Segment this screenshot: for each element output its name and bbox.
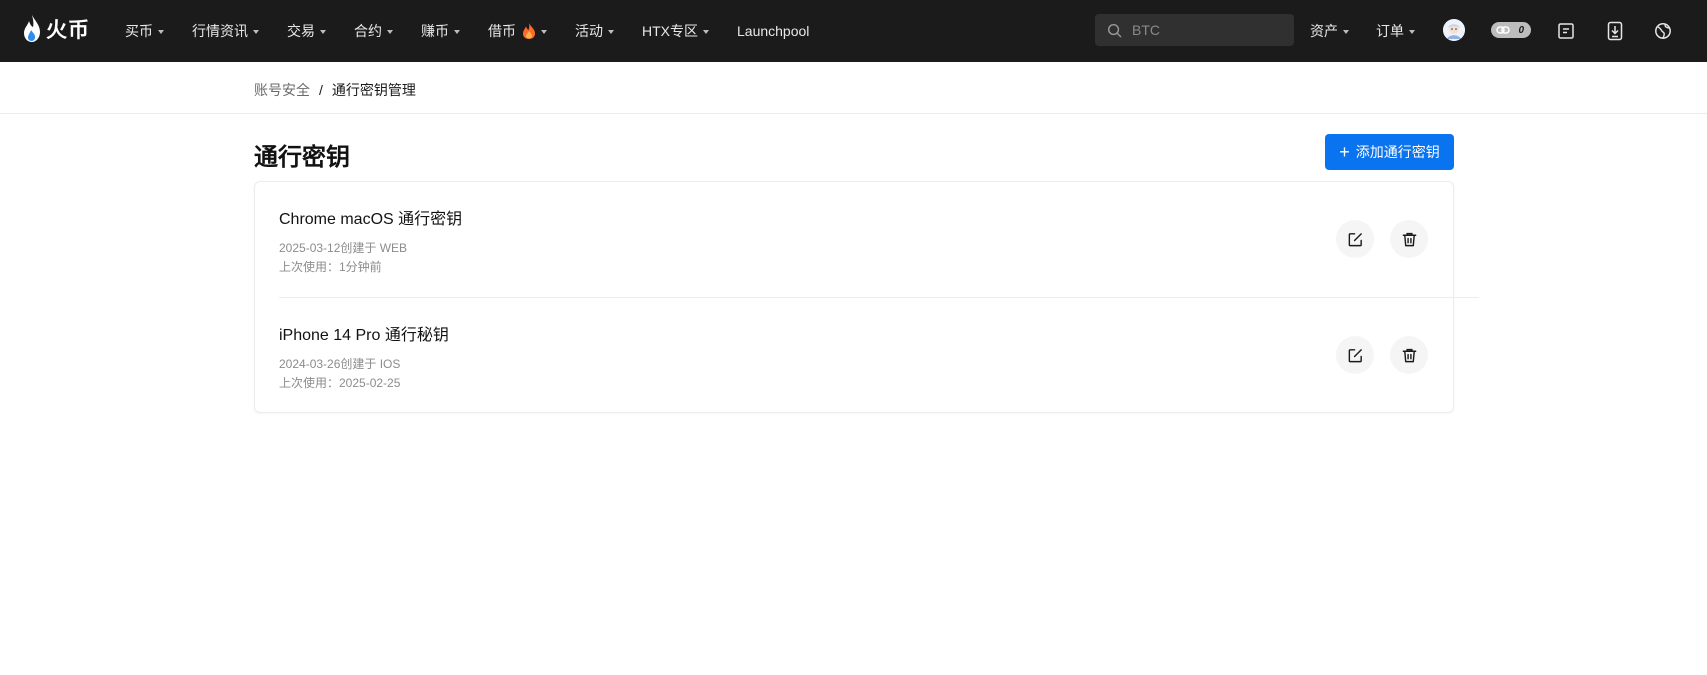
- edit-passkey-button[interactable]: [1336, 336, 1374, 374]
- caret-down-icon: [253, 29, 259, 34]
- delete-passkey-button[interactable]: [1390, 220, 1428, 258]
- logo-text: 火币: [46, 19, 90, 42]
- nav-label: 交易: [287, 23, 315, 39]
- nav-label: HTX专区: [642, 23, 698, 39]
- nav-item-loans[interactable]: 借币: [488, 21, 547, 41]
- add-passkey-button[interactable]: + 添加通行密钥: [1325, 134, 1454, 170]
- account-nav: 资产 订单: [1310, 0, 1442, 62]
- nav-item-assets[interactable]: 资产: [1310, 21, 1349, 41]
- nav-item-launchpool[interactable]: Launchpool: [737, 23, 809, 39]
- logo[interactable]: 火币: [22, 13, 90, 45]
- download-icon[interactable]: [1603, 19, 1627, 43]
- nav-label: 借币: [488, 23, 516, 39]
- trash-icon: [1402, 348, 1416, 362]
- main-nav: 买币 行情资讯 交易 合约 赚币 借币 活动 HTX专区 Launchpool: [125, 0, 837, 62]
- caret-down-icon: [158, 29, 164, 34]
- passkey-last-used: 上次使用：1分钟前: [279, 260, 382, 274]
- nav-item-activities[interactable]: 活动: [575, 21, 614, 41]
- passkey-name: Chrome macOS 通行密钥: [279, 211, 463, 228]
- avatar[interactable]: [1443, 19, 1465, 41]
- passkey-row: Chrome macOS 通行密钥 2025-03-12创建于 WEB 上次使用…: [255, 182, 1455, 298]
- caret-down-icon: [1343, 29, 1349, 34]
- breadcrumb: 账号安全 / 通行密钥管理: [254, 80, 416, 100]
- nav-item-trade[interactable]: 交易: [287, 21, 326, 41]
- nav-item-buy-crypto[interactable]: 买币: [125, 21, 164, 41]
- passkey-created: 2024-03-26创建于 IOS: [279, 357, 401, 371]
- delete-passkey-button[interactable]: [1390, 336, 1428, 374]
- caret-down-icon: [541, 29, 547, 34]
- breadcrumb-account-security[interactable]: 账号安全: [254, 80, 310, 100]
- link-icon: [1496, 26, 1510, 34]
- edit-icon: [1348, 232, 1362, 246]
- fire-icon: [523, 23, 535, 39]
- caret-down-icon: [454, 29, 460, 34]
- nav-item-htx-zone[interactable]: HTX专区: [642, 21, 709, 41]
- edit-icon: [1348, 348, 1362, 362]
- flame-logo-icon: [24, 15, 40, 42]
- nav-item-earn[interactable]: 赚币: [421, 21, 460, 41]
- edit-passkey-button[interactable]: [1336, 220, 1374, 258]
- caret-down-icon: [387, 29, 393, 34]
- nav-label: 活动: [575, 23, 603, 39]
- language-icon[interactable]: [1651, 19, 1675, 43]
- nav-item-futures[interactable]: 合约: [354, 21, 393, 41]
- nav-item-markets[interactable]: 行情资讯: [192, 21, 259, 41]
- caret-down-icon: [703, 29, 709, 34]
- nav-label: 订单: [1376, 23, 1404, 39]
- search-input[interactable]: [1132, 22, 1282, 38]
- user-avatar-icon: [1443, 19, 1465, 41]
- breadcrumb-bar: 账号安全 / 通行密钥管理: [0, 62, 1707, 114]
- nav-label: 资产: [1310, 23, 1338, 39]
- nav-label: Launchpool: [737, 23, 810, 39]
- top-navbar: 火币 买币 行情资讯 交易 合约 赚币 借币 活动 HTX专区 Launchpo…: [0, 0, 1707, 62]
- breadcrumb-current: 通行密钥管理: [331, 82, 416, 98]
- nav-label: 合约: [354, 23, 382, 39]
- passkey-name: iPhone 14 Pro 通行秘钥: [279, 327, 449, 344]
- nav-label: 行情资讯: [192, 23, 248, 39]
- search-box[interactable]: [1095, 14, 1294, 46]
- passkey-created: 2025-03-12创建于 WEB: [279, 241, 408, 255]
- search-icon: [1107, 23, 1122, 37]
- nav-label: 买币: [125, 23, 153, 39]
- passkey-row: iPhone 14 Pro 通行秘钥 2024-03-26创建于 IOS 上次使…: [255, 298, 1455, 414]
- nav-item-orders[interactable]: 订单: [1376, 21, 1415, 41]
- badge-count: 0: [1518, 24, 1524, 36]
- caret-down-icon: [608, 29, 614, 34]
- caret-down-icon: [1409, 29, 1415, 34]
- passkey-list: Chrome macOS 通行密钥 2025-03-12创建于 WEB 上次使用…: [254, 181, 1479, 414]
- add-passkey-label: 添加通行密钥: [1355, 144, 1440, 160]
- badge-pill[interactable]: 0: [1491, 22, 1531, 38]
- caret-down-icon: [320, 29, 326, 34]
- trash-icon: [1402, 232, 1416, 246]
- passkey-last-used: 上次使用：2025-02-25: [279, 376, 401, 390]
- breadcrumb-separator: /: [319, 82, 323, 98]
- page-title: 通行密钥: [254, 144, 350, 171]
- notifications-icon[interactable]: [1554, 19, 1578, 43]
- nav-label: 赚币: [421, 23, 449, 39]
- plus-icon: +: [1339, 142, 1350, 162]
